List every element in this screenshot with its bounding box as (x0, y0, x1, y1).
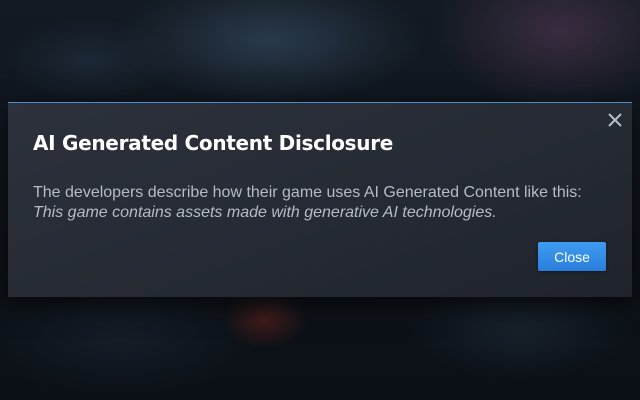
dialog-title: AI Generated Content Disclosure (33, 131, 394, 155)
disclosure-quote: This game contains assets made with gene… (33, 204, 497, 221)
close-button[interactable]: Close (538, 242, 606, 271)
dialog-body: The developers describe how their game u… (33, 183, 618, 223)
disclosure-description: The developers describe how their game u… (33, 184, 582, 201)
close-icon[interactable] (606, 111, 624, 129)
ai-disclosure-dialog: AI Generated Content Disclosure The deve… (8, 102, 632, 297)
